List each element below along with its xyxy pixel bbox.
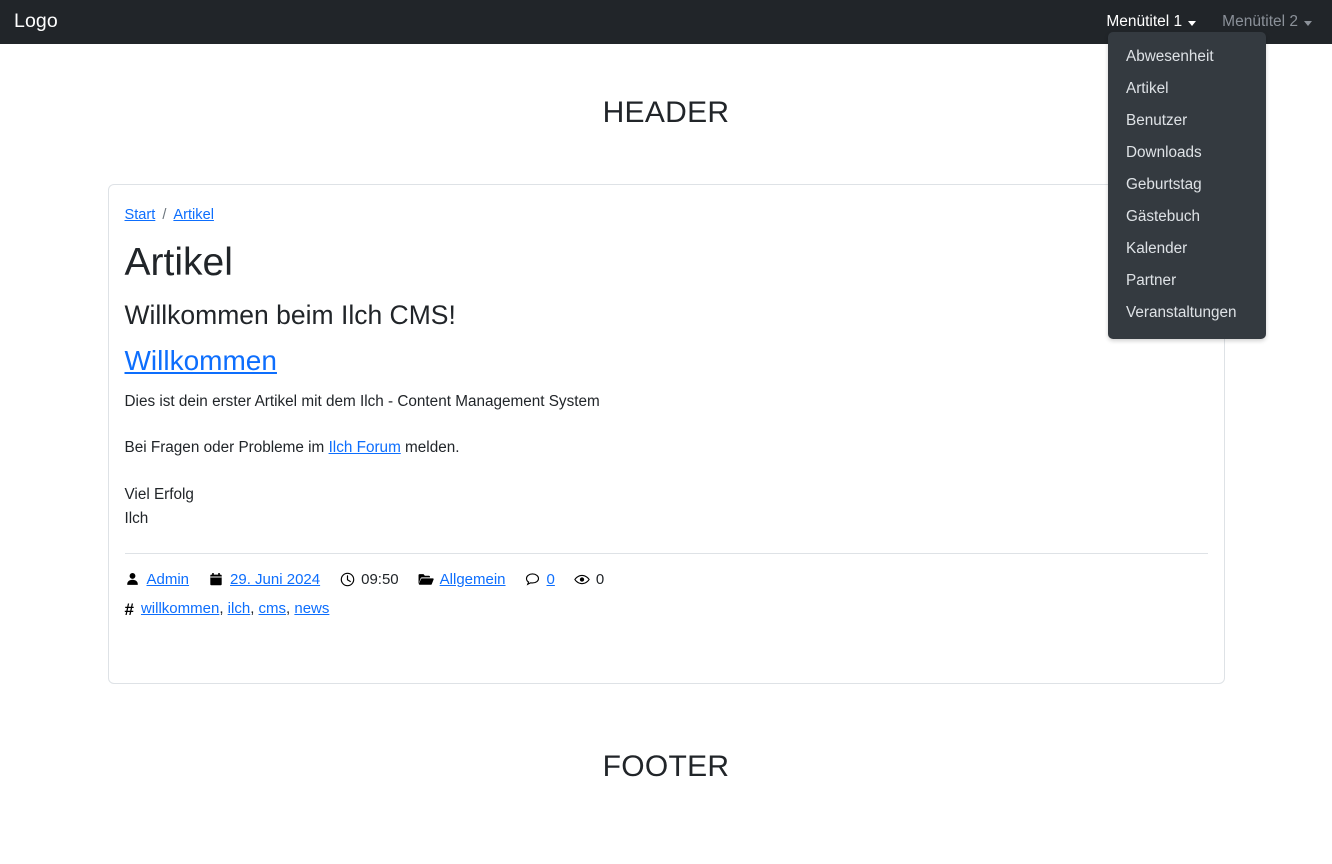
clock-icon (339, 572, 355, 588)
dropdown-item-geburtstag[interactable]: Geburtstag (1108, 169, 1266, 201)
meta-date: 29. Juni 2024 (208, 568, 320, 592)
tag-sep: , (250, 599, 259, 617)
article-signature: Viel Erfolg Ilch (125, 483, 1208, 530)
tag-cms[interactable]: cms (259, 600, 287, 617)
article-headline-link[interactable]: Willkommen (125, 344, 277, 378)
nav-item-menutitel-2[interactable]: Menütitel 2 (1222, 13, 1312, 31)
signature-line-1: Viel Erfolg (124, 486, 194, 504)
article-card: Start / Artikel Artikel Willkommen beim … (107, 184, 1225, 684)
meta-author: Admin (125, 568, 190, 592)
chevron-down-icon (1304, 20, 1312, 26)
meta-divider (124, 552, 1208, 554)
meta-comments-count[interactable]: 0 (547, 568, 555, 592)
meta-date-link[interactable]: 29. Juni 2024 (230, 568, 320, 592)
folder-icon (418, 572, 434, 588)
meta-comments: 0 (525, 568, 555, 592)
dropdown-item-benutzer[interactable]: Benutzer (1108, 105, 1266, 137)
signature-line-2: Ilch (124, 509, 149, 527)
comment-icon (525, 572, 541, 588)
meta-time: 09:50 (339, 568, 399, 592)
nav-dropdown-menu: Abwesenheit Artikel Benutzer Downloads G… (1108, 32, 1266, 339)
meta-views: 0 (574, 568, 604, 592)
meta-views-count: 0 (595, 570, 605, 588)
article-tag-row: # willkommen, ilch, cms, news (125, 597, 1208, 621)
dropdown-item-kalender[interactable]: Kalender (1108, 233, 1266, 265)
nav-item-menutitel-1[interactable]: Menütitel 1 (1106, 13, 1197, 31)
article-paragraph-2: Bei Fragen oder Probleme im Ilch Forum m… (125, 437, 1208, 460)
nav-item-label: Menütitel 2 (1222, 13, 1298, 30)
breadcrumb-item-artikel[interactable]: Artikel (173, 207, 214, 223)
tag-list: willkommen, ilch, cms, news (141, 597, 329, 621)
dropdown-item-gaestebuch[interactable]: Gästebuch (1108, 201, 1266, 233)
ilch-forum-link[interactable]: Ilch Forum (329, 439, 401, 456)
article-meta-row: Admin 29. Juni 2024 09:50 Allgemein 0 0 (125, 568, 1208, 592)
eye-icon (574, 572, 590, 588)
dropdown-item-partner[interactable]: Partner (1108, 265, 1266, 297)
hash-icon: # (124, 600, 134, 620)
tag-ilch[interactable]: ilch (228, 600, 251, 617)
meta-time-value: 09:50 (361, 570, 399, 588)
article-paragraph-1: Dies ist dein erster Artikel mit dem Ilc… (124, 393, 600, 411)
dropdown-item-downloads[interactable]: Downloads (1108, 137, 1266, 169)
tag-sep: , (219, 599, 228, 617)
page-title: Artikel (124, 241, 233, 284)
chevron-down-icon (1188, 20, 1197, 26)
dropdown-item-artikel[interactable]: Artikel (1108, 73, 1266, 105)
meta-author-link[interactable]: Admin (147, 568, 190, 592)
meta-category: Allgemein (418, 568, 506, 592)
breadcrumb: Start / Artikel (125, 207, 1208, 223)
page-footer: FOOTER (602, 750, 730, 783)
article-subtitle: Willkommen beim Ilch CMS! (124, 299, 456, 330)
site-logo[interactable]: Logo (14, 12, 58, 32)
meta-category-link[interactable]: Allgemein (440, 568, 506, 592)
dropdown-item-abwesenheit[interactable]: Abwesenheit (1108, 41, 1266, 73)
dropdown-item-veranstaltungen[interactable]: Veranstaltungen (1108, 297, 1266, 329)
tag-news[interactable]: news (294, 600, 329, 617)
tag-willkommen[interactable]: willkommen (141, 600, 219, 617)
breadcrumb-item-start[interactable]: Start (125, 207, 156, 223)
navbar-menu: Menütitel 1 Menütitel 2 (1106, 13, 1312, 31)
nav-item-label: Menütitel 1 (1106, 13, 1183, 30)
calendar-icon (208, 572, 224, 588)
article-paragraph-2-text-before: Bei Fragen oder Probleme im (124, 439, 329, 457)
breadcrumb-separator: / (162, 207, 167, 223)
user-icon (125, 572, 141, 588)
article-paragraph-2-text-after: melden. (400, 439, 460, 457)
